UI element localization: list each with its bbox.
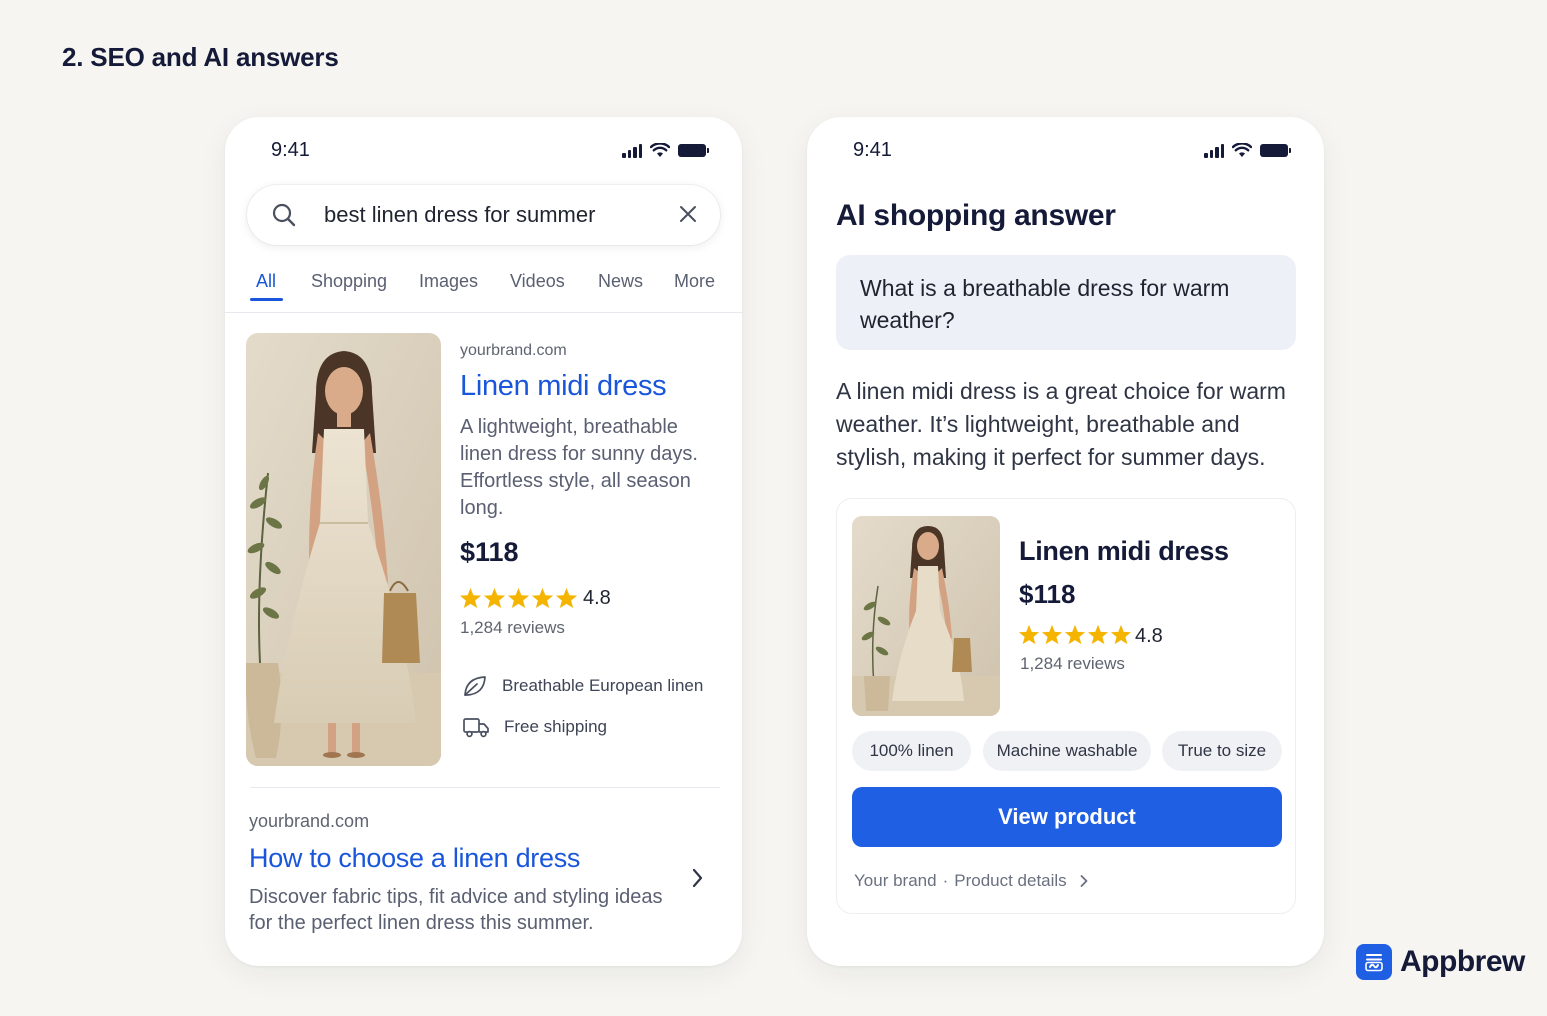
truck-icon [463,718,489,738]
product-footer: Your brand · Product details [854,871,1089,891]
result-domain: yourbrand.com [460,342,567,359]
product-thumbnail[interactable] [852,516,1000,716]
star-rating [459,587,578,609]
wifi-icon [1232,143,1252,157]
footer-separator: · [942,871,949,890]
chip-true-to-size[interactable]: True to size [1162,731,1282,771]
rating-value: 4.8 [1135,625,1163,647]
appbrew-logo-icon [1356,944,1392,980]
footer-brand: Your brand [854,871,937,890]
star-icon [1041,624,1063,645]
ai-answer-text: A linen midi dress is a great choice for… [836,378,1286,470]
results-divider [250,787,720,788]
ai-answer-phone: 9:41 AI shopping answer What is a breath… [807,117,1324,966]
tab-more[interactable]: More [674,271,715,292]
feature-label: Breathable European linen [502,676,704,695]
product-photo[interactable] [246,333,441,766]
result2-description: Discover fabric tips, fit advice and sty… [249,886,663,934]
status-icons [622,143,709,158]
status-time: 9:41 [853,139,892,161]
search-results-phone: 9:41 best linen dress for summer All Sho… [225,117,742,966]
brand-logo: Appbrew [1356,944,1525,980]
status-icons [1204,143,1291,158]
tab-news[interactable]: News [598,271,643,292]
search-icon [272,203,296,227]
search-bar[interactable]: best linen dress for summer [247,185,720,245]
result-title-link[interactable]: Linen midi dress [460,370,667,403]
product-title[interactable]: Linen midi dress [1019,536,1229,567]
star-icon [483,587,506,609]
user-question-bubble: What is a breathable dress for warm weat… [836,255,1296,350]
star-icon [459,587,482,609]
review-count: 1,284 reviews [460,618,565,637]
tab-all[interactable]: All [256,271,276,292]
product-card[interactable]: Linen midi dress $118 4.8 1,284 reviews … [836,498,1296,914]
signal-icon [1204,143,1224,158]
result2-title-link[interactable]: How to choose a linen dress [249,843,580,874]
leaf-icon [464,676,486,696]
wifi-icon [650,143,670,157]
result-price: $118 [460,537,519,567]
rating-value: 4.8 [583,587,611,609]
star-icon [1087,624,1109,645]
feature-linen: Breathable European linen [462,674,703,698]
brand-name: Appbrew [1400,945,1525,978]
battery-icon [678,144,709,157]
star-rating [1018,624,1132,645]
product-details-link[interactable]: Product details [954,871,1066,891]
status-time: 9:41 [271,139,310,161]
ai-answer-title: AI shopping answer [836,199,1116,232]
tab-shopping[interactable]: Shopping [311,271,387,292]
chevron-right-icon[interactable] [691,867,705,889]
star-icon [1018,624,1040,645]
chip-100-linen[interactable]: 100% linen [852,731,971,771]
search-input[interactable]: best linen dress for summer [324,202,595,228]
signal-icon [622,143,642,158]
tab-videos[interactable]: Videos [510,271,565,292]
chip-machine-washable[interactable]: Machine washable [983,731,1151,771]
view-product-button[interactable]: View product [852,787,1282,847]
feature-label: Free shipping [504,717,608,736]
search-tabs: All Shopping Images Videos News More [225,265,742,313]
star-icon [1110,624,1132,645]
section-title: 2. SEO and AI answers [62,42,339,72]
tab-images[interactable]: Images [419,271,478,292]
star-icon [1064,624,1086,645]
battery-icon [1260,144,1291,157]
active-tab-underline [250,298,283,301]
result-description: A lightweight, breathable linen dress fo… [460,416,698,519]
chevron-right-icon[interactable] [1079,874,1089,888]
review-count: 1,284 reviews [1020,654,1125,673]
star-icon [555,587,578,609]
star-icon [507,587,530,609]
clear-search-icon[interactable] [678,204,698,224]
star-icon [531,587,554,609]
product-price: $118 [1019,579,1076,609]
feature-shipping: Free shipping [462,716,607,738]
result2-domain: yourbrand.com [249,811,370,831]
